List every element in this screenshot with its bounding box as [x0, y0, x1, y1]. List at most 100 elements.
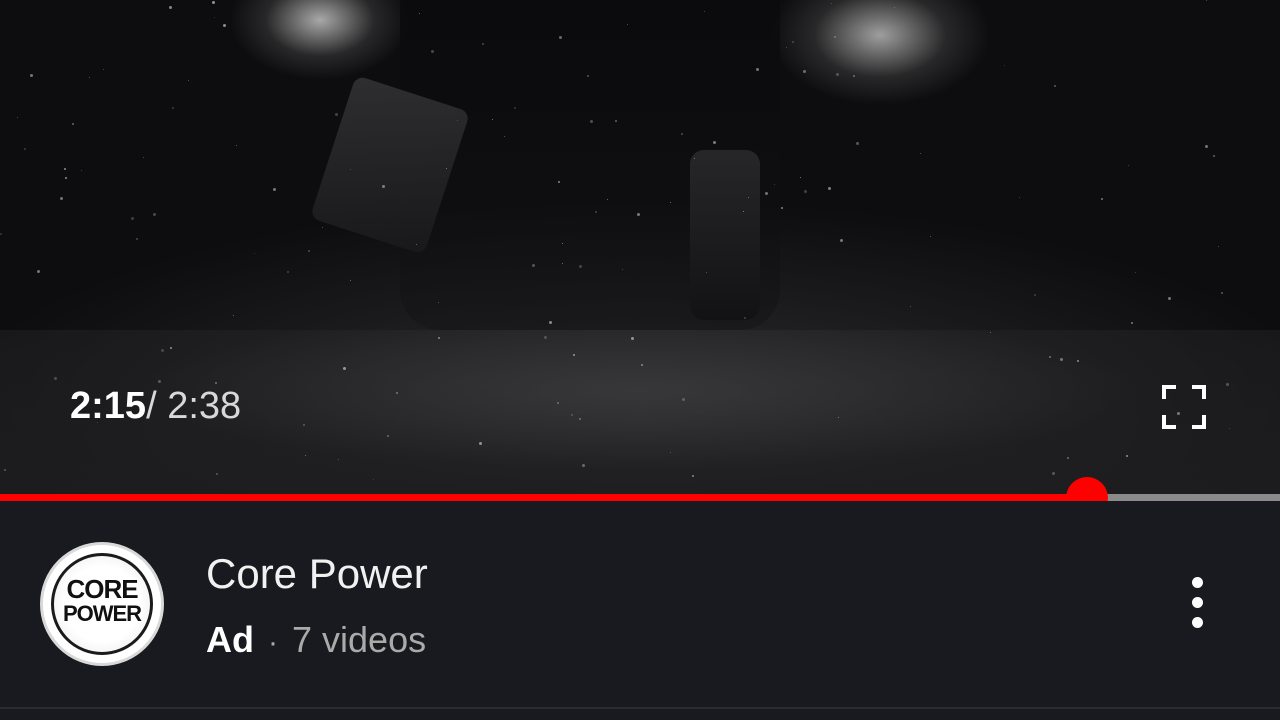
video-player[interactable]: 2:15/ 2:38 — [0, 0, 1280, 498]
particle — [559, 36, 562, 39]
particle — [504, 136, 505, 137]
particle — [143, 157, 144, 158]
particle — [419, 13, 420, 14]
particle — [1206, 0, 1207, 1]
progress-played — [0, 494, 1087, 501]
fullscreen-button[interactable] — [1162, 385, 1206, 429]
particle — [990, 332, 991, 333]
particle — [856, 142, 859, 145]
particle — [774, 184, 775, 185]
channel-name[interactable]: Core Power — [206, 549, 428, 599]
particle — [765, 192, 768, 195]
particle — [170, 347, 172, 349]
particle — [544, 336, 547, 339]
particle — [607, 199, 608, 200]
avatar-logo-ring: CORE POWER — [51, 553, 153, 655]
particle — [557, 402, 559, 404]
particle — [573, 354, 575, 356]
particle — [479, 442, 482, 445]
particle — [214, 17, 215, 18]
particle — [254, 253, 255, 254]
particle — [131, 217, 134, 220]
particle — [387, 435, 389, 437]
particle — [631, 337, 634, 340]
particle — [30, 74, 33, 77]
particle — [153, 213, 156, 216]
particle — [804, 190, 807, 193]
particle — [681, 133, 683, 135]
particle — [1168, 297, 1171, 300]
time-display: 2:15/ 2:38 — [70, 386, 241, 426]
particle — [744, 317, 746, 319]
particle — [894, 7, 895, 8]
particle — [60, 197, 63, 200]
particle — [694, 158, 695, 159]
particle — [571, 414, 573, 416]
particle — [1049, 356, 1051, 358]
particle — [836, 73, 839, 76]
time-separator: / — [146, 385, 157, 427]
particle — [37, 270, 40, 273]
particle — [89, 77, 90, 78]
particle — [1077, 360, 1079, 362]
particle — [72, 123, 74, 125]
particle — [158, 380, 161, 383]
progress-bar[interactable] — [0, 477, 1280, 519]
particle — [1054, 85, 1056, 87]
particle — [670, 202, 671, 203]
particle — [514, 107, 516, 109]
particle — [838, 417, 839, 418]
ad-badge: Ad — [206, 619, 254, 660]
particle — [81, 170, 82, 171]
particle — [457, 120, 458, 121]
particle — [828, 187, 831, 190]
particle — [803, 70, 806, 73]
particle — [1052, 472, 1055, 475]
particle — [562, 263, 563, 264]
avatar-logo-text: CORE POWER — [54, 576, 150, 626]
particle — [1229, 428, 1230, 429]
particle — [582, 464, 585, 467]
more-options-button[interactable] — [1180, 573, 1216, 633]
particle — [558, 181, 560, 183]
particle — [1226, 383, 1229, 386]
particle — [396, 392, 398, 394]
particle — [273, 188, 276, 191]
particle — [595, 211, 597, 213]
particle — [24, 148, 26, 150]
video-duration: 2:38 — [167, 385, 242, 427]
avatar-logo-line1: CORE — [66, 574, 138, 604]
video-frame-leg-right — [690, 150, 760, 320]
particle — [627, 24, 628, 25]
particle — [781, 207, 783, 209]
more-vert-icon — [1192, 577, 1203, 588]
particle — [212, 1, 215, 4]
particle — [641, 364, 643, 366]
particle — [305, 455, 306, 456]
particle — [853, 75, 855, 77]
particle — [338, 459, 339, 460]
particle — [692, 475, 694, 477]
particle — [188, 80, 189, 81]
current-time: 2:15 — [70, 385, 147, 427]
particle — [1131, 322, 1133, 324]
particle — [322, 227, 323, 228]
particle — [831, 3, 832, 4]
channel-avatar[interactable]: CORE POWER — [40, 542, 164, 666]
channel-info-panel: CORE POWER Core Power Ad · 7 videos — [0, 501, 1280, 707]
particle — [562, 243, 563, 244]
particle — [303, 424, 305, 426]
particle — [713, 141, 716, 144]
particle — [1067, 457, 1069, 459]
particle — [834, 36, 836, 38]
particle — [579, 265, 582, 268]
particle — [910, 306, 911, 307]
avatar-logo-line2: POWER — [62, 601, 142, 626]
particle — [637, 213, 640, 216]
particle — [0, 233, 2, 235]
particle — [223, 24, 226, 27]
more-vert-icon-dot — [1192, 617, 1203, 628]
particle — [438, 302, 439, 303]
more-vert-icon-dot — [1192, 597, 1203, 608]
particle — [4, 469, 6, 471]
